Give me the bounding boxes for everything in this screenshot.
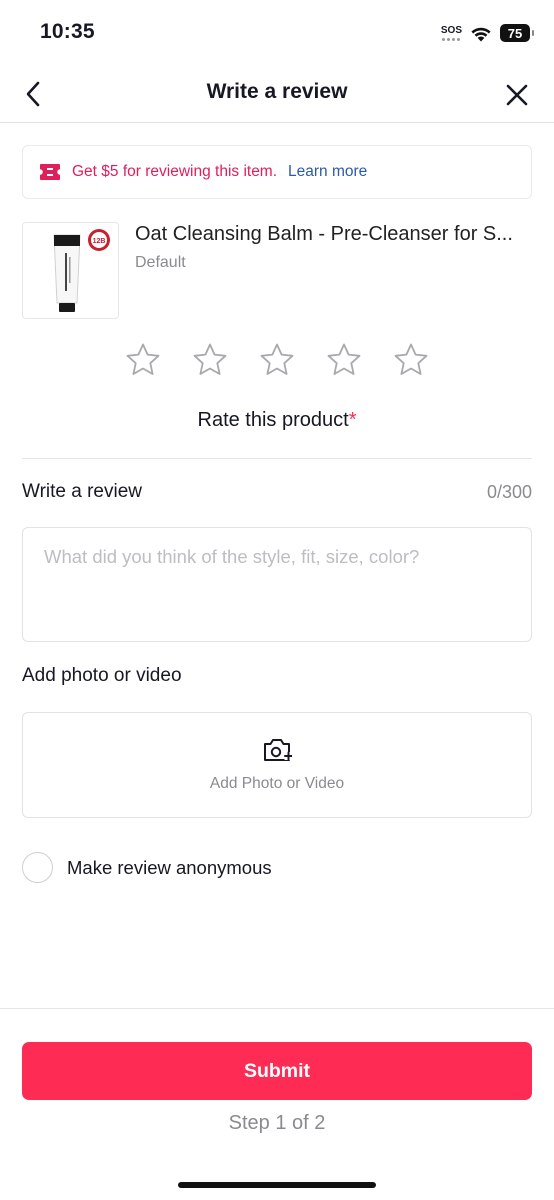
footer-divider [0,1008,554,1009]
star-icon-5[interactable] [393,342,429,378]
review-input[interactable] [22,527,532,642]
review-label: Write a review [22,481,143,502]
review-char-count: 0/300 [486,482,532,502]
home-indicator [178,1182,376,1188]
add-media-button[interactable]: Add Photo or Video [22,712,532,818]
submit-button[interactable]: Submit [22,1042,532,1100]
nav-divider [0,122,554,123]
close-icon [506,84,528,106]
star-icon-1[interactable] [125,342,161,378]
product-title: Oat Cleansing Balm - Pre-Cleanser for S.… [135,223,513,245]
star-rating [0,342,554,378]
section-divider [22,458,532,459]
product-thumbnail: 12B [22,222,119,319]
star-icon-3[interactable] [259,342,295,378]
wifi-icon [471,27,491,41]
add-media-label: Add Photo or Video [209,775,345,792]
product-image: 12B [23,223,118,318]
product-variant: Default [135,254,186,271]
camera-plus-icon [264,739,292,761]
star-icon-2[interactable] [192,342,228,378]
product-badge: 12B [93,238,106,245]
sos-indicator: SOS [440,24,462,41]
anonymous-label[interactable]: Make review anonymous [67,857,272,879]
close-button[interactable] [502,80,532,110]
rate-label-text: Rate this product [197,409,349,431]
status-time: 10:35 [40,20,95,43]
status-icons: SOS 75 [440,22,534,44]
page-title: Write a review [206,80,348,103]
promo-text: Get $5 for reviewing this item. [72,163,278,180]
step-indicator: Step 1 of 2 [228,1112,326,1134]
learn-more-link[interactable]: Learn more [288,163,367,181]
rate-label: Rate this product* [0,409,554,432]
sos-label: SOS [440,24,462,36]
ticket-icon [40,164,60,180]
anonymous-radio[interactable] [22,852,53,883]
battery-indicator: 75 [500,24,534,42]
media-label: Add photo or video [22,665,182,686]
star-icon-4[interactable] [326,342,362,378]
required-mark: * [348,409,357,431]
promo-banner: Get $5 for reviewing this item. Learn mo… [22,145,532,199]
